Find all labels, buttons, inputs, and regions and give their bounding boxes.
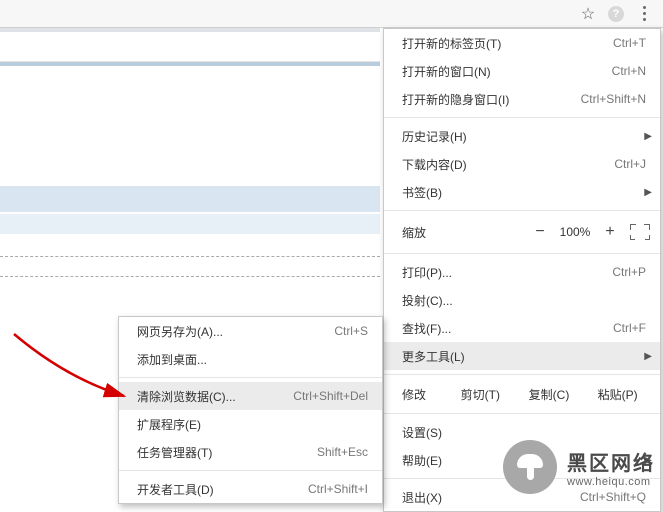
label: 添加到桌面... [137, 351, 368, 368]
menu-bookmarks[interactable]: 书签(B) ▶ [384, 178, 660, 206]
menu-cast[interactable]: 投射(C)... [384, 286, 660, 314]
separator [384, 413, 660, 414]
label: 更多工具(L) [402, 348, 646, 365]
menu-more-tools[interactable]: 更多工具(L) ▶ [384, 342, 660, 370]
shortcut: Ctrl+S [334, 324, 368, 338]
shortcut: Ctrl+P [612, 265, 646, 279]
menu-find[interactable]: 查找(F)... Ctrl+F [384, 314, 660, 342]
submenu-dev-tools[interactable]: 开发者工具(D) Ctrl+Shift+I [119, 475, 382, 503]
label: 退出(X) [402, 489, 580, 506]
separator [384, 478, 660, 479]
separator [119, 470, 382, 471]
chrome-main-menu: 打开新的标签页(T) Ctrl+T 打开新的窗口(N) Ctrl+N 打开新的隐… [383, 28, 661, 512]
page-background [0, 28, 380, 280]
label: 开发者工具(D) [137, 481, 308, 498]
chevron-right-icon: ▶ [644, 351, 652, 362]
help-icon[interactable]: ? [603, 3, 629, 25]
shortcut: Ctrl+Shift+N [581, 92, 646, 106]
submenu-task-manager[interactable]: 任务管理器(T) Shift+Esc [119, 438, 382, 466]
menu-incognito[interactable]: 打开新的隐身窗口(I) Ctrl+Shift+N [384, 85, 660, 113]
fullscreen-icon[interactable] [630, 224, 650, 240]
submenu-save-as[interactable]: 网页另存为(A)... Ctrl+S [119, 317, 382, 345]
shortcut: Ctrl+J [614, 157, 646, 171]
label: 扩展程序(E) [137, 416, 368, 433]
separator [384, 117, 660, 118]
label: 历史记录(H) [402, 128, 646, 145]
shortcut: Ctrl+Shift+Del [293, 389, 368, 403]
cut-button[interactable]: 剪切(T) [448, 386, 513, 403]
label: 打开新的隐身窗口(I) [402, 91, 581, 108]
copy-button[interactable]: 复制(C) [517, 386, 582, 403]
label: 书签(B) [402, 184, 646, 201]
menu-new-window[interactable]: 打开新的窗口(N) Ctrl+N [384, 57, 660, 85]
menu-edit-row: 修改 剪切(T) 复制(C) 粘贴(P) [384, 379, 660, 409]
menu-dots-icon[interactable] [631, 3, 657, 25]
label: 查找(F)... [402, 320, 613, 337]
zoom-label: 缩放 [402, 224, 528, 241]
shortcut: Ctrl+Shift+I [308, 482, 368, 496]
menu-downloads[interactable]: 下载内容(D) Ctrl+J [384, 150, 660, 178]
label: 打开新的标签页(T) [402, 35, 613, 52]
menu-history[interactable]: 历史记录(H) ▶ [384, 122, 660, 150]
shortcut: Ctrl+Shift+Q [580, 490, 646, 504]
annotation-arrow-icon [6, 328, 136, 408]
menu-print[interactable]: 打印(P)... Ctrl+P [384, 258, 660, 286]
zoom-value: 100% [552, 225, 598, 239]
edit-label: 修改 [402, 386, 444, 403]
label: 网页另存为(A)... [137, 323, 334, 340]
menu-settings[interactable]: 设置(S) [384, 418, 660, 446]
label: 设置(S) [402, 424, 646, 441]
window-toolbar: ☆ ? [0, 0, 663, 28]
separator [384, 253, 660, 254]
label: 下载内容(D) [402, 156, 614, 173]
menu-exit[interactable]: 退出(X) Ctrl+Shift+Q [384, 483, 660, 511]
shortcut: Shift+Esc [317, 445, 368, 459]
submenu-clear-data[interactable]: 清除浏览数据(C)... Ctrl+Shift+Del [119, 382, 382, 410]
label: 任务管理器(T) [137, 444, 317, 461]
submenu-extensions[interactable]: 扩展程序(E) [119, 410, 382, 438]
label: 打印(P)... [402, 264, 612, 281]
paste-button[interactable]: 粘贴(P) [585, 386, 650, 403]
shortcut: Ctrl+N [612, 64, 646, 78]
label: 清除浏览数据(C)... [137, 388, 293, 405]
shortcut: Ctrl+F [613, 321, 646, 335]
separator [384, 210, 660, 211]
menu-zoom-row: 缩放 − 100% + [384, 215, 660, 249]
bookmark-star-icon[interactable]: ☆ [575, 3, 601, 25]
chevron-right-icon: ▶ [644, 187, 652, 198]
label: 打开新的窗口(N) [402, 63, 612, 80]
shortcut: Ctrl+T [613, 36, 646, 50]
separator [384, 374, 660, 375]
zoom-in-button[interactable]: + [598, 223, 622, 241]
menu-new-tab[interactable]: 打开新的标签页(T) Ctrl+T [384, 29, 660, 57]
submenu-add-desktop[interactable]: 添加到桌面... [119, 345, 382, 373]
more-tools-submenu: 网页另存为(A)... Ctrl+S 添加到桌面... 清除浏览数据(C)...… [118, 316, 383, 504]
label: 帮助(E) [402, 452, 646, 469]
chevron-right-icon: ▶ [644, 455, 652, 466]
zoom-out-button[interactable]: − [528, 223, 552, 241]
separator [119, 377, 382, 378]
label: 投射(C)... [402, 292, 646, 309]
menu-help[interactable]: 帮助(E) ▶ [384, 446, 660, 474]
chevron-right-icon: ▶ [644, 131, 652, 142]
